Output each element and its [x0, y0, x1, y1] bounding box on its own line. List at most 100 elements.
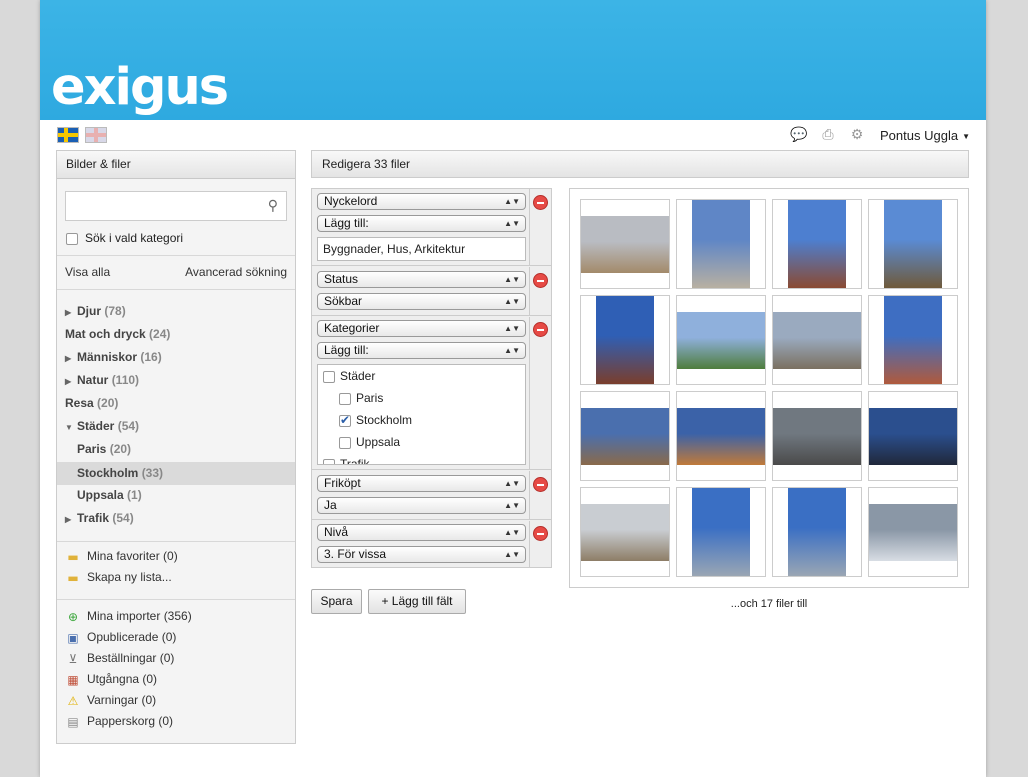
thumbnail[interactable] — [676, 391, 766, 481]
thumbnail[interactable] — [580, 295, 670, 385]
uk-flag-icon[interactable] — [85, 127, 107, 143]
remove-field-icon[interactable] — [533, 195, 548, 210]
thumbnail[interactable] — [676, 199, 766, 289]
remove-field-icon[interactable] — [533, 477, 548, 492]
thumbnail[interactable] — [868, 391, 958, 481]
expand-triangle-icon[interactable]: ▶ — [65, 370, 77, 393]
expand-triangle-icon[interactable]: ▶ — [65, 347, 77, 370]
remove-field-icon[interactable] — [533, 322, 548, 337]
chat-icon[interactable]: 💬 — [790, 127, 808, 143]
search-in-category-checkbox[interactable] — [66, 232, 78, 245]
select-arrows-icon: ▲▼ — [504, 479, 520, 488]
divider — [57, 541, 295, 542]
expired-link[interactable]: ▦ Utgångna (0) — [65, 669, 157, 690]
save-button[interactable]: Spara — [311, 589, 362, 614]
expand-triangle-icon[interactable]: ▶ — [65, 508, 77, 531]
user-menu[interactable]: Pontus Uggla ▼ — [880, 128, 970, 143]
category-uppsala[interactable]: Uppsala (1) — [77, 484, 142, 507]
trash-icon: ▤ — [67, 714, 79, 729]
expand-triangle-icon[interactable]: ▶ — [65, 301, 77, 324]
collapse-triangle-icon[interactable]: ▼ — [65, 416, 77, 439]
remove-field-icon[interactable] — [533, 273, 548, 288]
exigus-logo[interactable]: exigus — [51, 58, 229, 118]
my-imports-link[interactable]: ⊕ Mina importer (356) — [65, 606, 192, 627]
orders-link[interactable]: ⊻ Beställningar (0) — [65, 648, 175, 669]
field-select-level[interactable]: Nivå ▲▼ — [317, 524, 526, 541]
unpublished-link[interactable]: ▣ Opublicerade (0) — [65, 627, 176, 648]
thumbnail-image — [581, 504, 669, 561]
chevron-down-icon: ▼ — [962, 132, 970, 142]
thumbnail[interactable] — [676, 487, 766, 577]
thumbnail[interactable] — [772, 295, 862, 385]
thumbnail[interactable] — [580, 487, 670, 577]
tree-checkbox[interactable] — [323, 370, 335, 383]
value-select-level[interactable]: 3. För vissa ▲▼ — [317, 546, 526, 563]
thumbnail[interactable] — [772, 391, 862, 481]
category-paris[interactable]: Paris (20) — [77, 438, 131, 461]
thumbnail[interactable] — [676, 295, 766, 385]
field-group-status: Status ▲▼ Sökbar ▲▼ — [312, 267, 551, 316]
search-in-category-option[interactable]: Sök i vald kategori — [66, 231, 183, 245]
tree-checkbox[interactable] — [339, 436, 351, 449]
field-group-keywords: Nyckelord ▲▼ Lägg till: ▲▼ Byggnader, Hus,… — [312, 189, 551, 266]
tree-checkbox[interactable] — [323, 458, 335, 464]
field-select-categories[interactable]: Kategorier ▲▼ — [317, 320, 526, 337]
thumbnail[interactable] — [580, 391, 670, 481]
tree-item-trafik[interactable]: Trafik — [323, 457, 370, 464]
thumbnail[interactable] — [772, 199, 862, 289]
create-list-link[interactable]: ▬ Skapa ny lista... — [65, 567, 171, 588]
mode-select-keywords[interactable]: Lägg till: ▲▼ — [317, 215, 526, 232]
thumbnail[interactable] — [868, 199, 958, 289]
category-stockholm[interactable]: Stockholm (33) — [77, 462, 163, 485]
thumbnail[interactable] — [868, 295, 958, 385]
divider — [57, 599, 295, 600]
thumbnail[interactable] — [580, 199, 670, 289]
tree-item-paris[interactable]: Paris — [339, 391, 383, 405]
advanced-search-link[interactable]: Avancerad sökning — [185, 265, 287, 279]
thumbnail[interactable] — [772, 487, 862, 577]
remove-field-icon[interactable] — [533, 526, 548, 541]
search-icon[interactable]: ⚲ — [268, 198, 278, 214]
thumbnail-image — [677, 312, 765, 369]
swedish-flag-icon[interactable] — [57, 127, 79, 143]
mode-select-categories[interactable]: Lägg till: ▲▼ — [317, 342, 526, 359]
trash-link[interactable]: ▤ Papperskorg (0) — [65, 711, 173, 732]
editor-title: Redigera 33 filer — [311, 150, 969, 178]
category-resa[interactable]: Resa (20) — [65, 392, 118, 415]
my-favorites-link[interactable]: ▬ Mina favoriter (0) — [65, 546, 177, 567]
add-field-button[interactable]: + Lägg till fält — [368, 589, 466, 614]
category-natur[interactable]: ▶ Natur (110) — [65, 369, 139, 392]
thumbnail-image — [773, 408, 861, 465]
tree-item-stockholm[interactable]: Stockholm — [339, 413, 412, 427]
upload-icon[interactable]: ⎙ — [819, 127, 837, 143]
search-input[interactable] — [66, 192, 256, 220]
field-select-keywords[interactable]: Nyckelord ▲▼ — [317, 193, 526, 210]
thumbnail-image — [869, 504, 957, 561]
select-arrows-icon: ▲▼ — [504, 501, 520, 510]
gear-icon[interactable]: ⚙ — [848, 127, 866, 143]
warnings-link[interactable]: ⚠ Varningar (0) — [65, 690, 157, 711]
keywords-input[interactable]: Byggnader, Hus, Arkitektur — [317, 237, 526, 261]
value-select-royalty-free[interactable]: Ja ▲▼ — [317, 497, 526, 514]
value-select-status[interactable]: Sökbar ▲▼ — [317, 293, 526, 310]
tree-item-stader[interactable]: Städer — [323, 369, 375, 383]
thumbnail-image — [884, 200, 942, 288]
category-trafik[interactable]: ▶ Trafik (54) — [65, 507, 134, 530]
category-mat-och-dryck[interactable]: Mat och dryck (24) — [65, 323, 170, 346]
category-tree[interactable]: Städer Paris Stockholm Uppsala Trafik — [317, 364, 526, 465]
search-in-category-label: Sök i vald kategori — [85, 231, 184, 245]
thumbnail[interactable] — [868, 487, 958, 577]
category-djur[interactable]: ▶ Djur (78) — [65, 300, 126, 323]
tree-checkbox-checked[interactable] — [339, 413, 351, 427]
category-manniskor[interactable]: ▶ Människor (16) — [65, 346, 162, 369]
show-all-link[interactable]: Visa alla — [65, 265, 110, 279]
tree-item-uppsala[interactable]: Uppsala — [339, 435, 400, 449]
select-arrows-icon: ▲▼ — [504, 297, 520, 306]
thumbnail-image — [773, 312, 861, 369]
category-stader[interactable]: ▼ Städer (54) — [65, 415, 139, 438]
thumbnail-image — [692, 488, 750, 576]
new-folder-icon: ▬ — [67, 570, 79, 585]
tree-checkbox[interactable] — [339, 392, 351, 405]
field-select-status[interactable]: Status ▲▼ — [317, 271, 526, 288]
field-select-royalty-free[interactable]: Friköpt ▲▼ — [317, 475, 526, 492]
